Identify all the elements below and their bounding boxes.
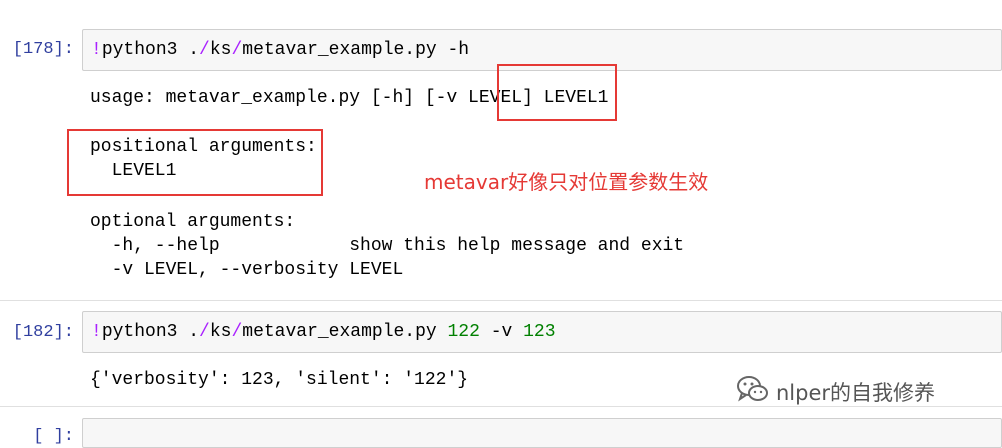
number-literal: 122 (447, 322, 480, 342)
magic-bang: ! (91, 40, 102, 60)
code-line: !python3 ./ks/metavar_example.py 122 -v … (91, 322, 556, 342)
watermark: nlper的自我修养 (736, 374, 935, 409)
path-separator: / (199, 40, 210, 60)
code-text: metavar_example.py (242, 322, 448, 342)
number-literal: 123 (523, 322, 556, 342)
output-help-line: -h, --help show this help message and ex… (90, 236, 685, 256)
highlight-box-level1-usage (497, 64, 617, 121)
code-text: python3 . (101, 40, 200, 60)
wechat-icon (736, 374, 770, 409)
code-text: python3 . (101, 322, 200, 342)
cell-separator (0, 300, 1002, 301)
annotation-text: metavar好像只对位置参数生效 (424, 170, 709, 194)
code-text: ks (209, 40, 232, 60)
path-separator: / (231, 40, 243, 60)
code-cell-input[interactable] (82, 418, 1002, 448)
output-optional-header: optional arguments: (90, 212, 296, 232)
code-text: -v (479, 322, 524, 342)
path-separator: / (199, 322, 210, 342)
path-separator: / (231, 322, 243, 342)
cell-separator (0, 406, 1002, 407)
code-cell-input[interactable]: !python3 ./ks/metavar_example.py 122 -v … (82, 311, 1002, 353)
code-text: ks (209, 322, 232, 342)
cell-prompt: [182]: (12, 323, 74, 342)
code-text: metavar_example.py -h (242, 40, 470, 60)
cell-prompt: [178]: (12, 40, 74, 59)
code-line: !python3 ./ks/metavar_example.py -h (91, 40, 469, 60)
watermark-text: nlper的自我修养 (776, 380, 936, 405)
highlight-box-positional (67, 129, 323, 196)
magic-bang: ! (91, 322, 102, 342)
output-verbosity-line: -v LEVEL, --verbosity LEVEL (90, 260, 404, 280)
output-dict-line: {'verbosity': 123, 'silent': '122'} (90, 370, 469, 390)
